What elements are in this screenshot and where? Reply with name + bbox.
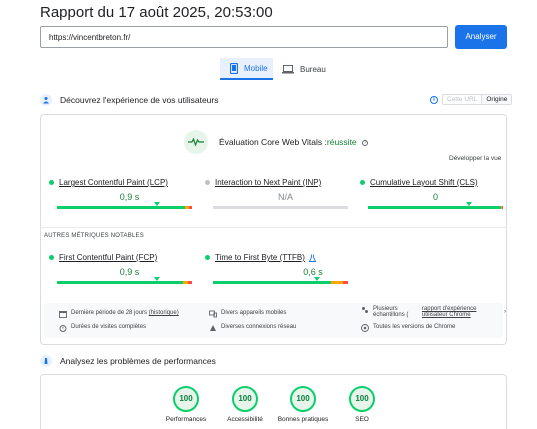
score-gauge-performance[interactable]: 100 bbox=[173, 386, 199, 412]
metric-cls-distribution bbox=[368, 206, 503, 209]
network-icon bbox=[210, 325, 216, 331]
tab-desktop-label: Bureau bbox=[300, 64, 326, 74]
users-icon bbox=[40, 94, 52, 106]
score-label-seo: SEO bbox=[355, 416, 369, 423]
history-link[interactable]: (historique) bbox=[149, 310, 179, 316]
performance-heading: Analysez les problèmes de performances bbox=[60, 356, 216, 366]
status-dot bbox=[360, 180, 365, 185]
footer-devices-text: Divers appareils mobiles bbox=[221, 310, 287, 316]
laptop-icon bbox=[282, 64, 294, 73]
metric-ttfb-label[interactable]: Time to First Byte (TTFB) bbox=[215, 253, 305, 262]
metric-ttfb-distribution bbox=[213, 281, 348, 284]
metric-inp-distribution bbox=[213, 206, 348, 209]
footer-period: Dernière période de 28 jours (historique… bbox=[59, 310, 179, 318]
footer-network: Diverses connexions réseau bbox=[209, 324, 296, 332]
metric-inp-label[interactable]: Interaction to Next Paint (INP) bbox=[215, 178, 321, 187]
cwv-title: Évaluation Core Web Vitals : bbox=[219, 137, 327, 147]
footer-chrome-versions: Toutes les versions de Chrome bbox=[361, 324, 455, 332]
chrome-report-link[interactable]: rapport d'expérience utilisateur Chrome bbox=[422, 306, 500, 318]
url-origin-toggle[interactable]: Cette URL Origine bbox=[442, 94, 513, 105]
user-experience-heading: Découvrez l'expérience de vos utilisateu… bbox=[40, 93, 218, 107]
url-input[interactable] bbox=[40, 26, 448, 48]
flask-icon bbox=[308, 254, 316, 262]
devices-icon bbox=[209, 310, 217, 318]
external-link-icon: › bbox=[504, 309, 506, 315]
metric-cls: Cumulative Layout Shift (CLS) 0 bbox=[360, 178, 505, 209]
toggle-this-url[interactable]: Cette URL bbox=[443, 95, 481, 104]
toggle-origin[interactable]: Origine bbox=[481, 95, 512, 104]
metric-ttfb-value: 0,6 s bbox=[303, 267, 323, 277]
metric-lcp: Largest Contentful Paint (LCP) 0,9 s bbox=[49, 178, 194, 209]
smartphone-icon bbox=[230, 62, 238, 74]
analyze-button[interactable]: Analyser bbox=[455, 25, 507, 49]
metric-lcp-distribution bbox=[57, 206, 192, 209]
tab-mobile[interactable]: Mobile bbox=[220, 58, 273, 80]
score-gauge-accessibility[interactable]: 100 bbox=[232, 386, 258, 412]
tab-desktop[interactable]: Bureau bbox=[280, 58, 330, 80]
report-title: Rapport du 17 août 2025, 20:53:00 bbox=[40, 4, 273, 21]
lighthouse-icon bbox=[40, 355, 52, 367]
metric-fcp-value: 0,9 s bbox=[119, 267, 140, 277]
footer-durations: Durées de visites complètes bbox=[59, 324, 146, 332]
info-icon[interactable]: i bbox=[430, 96, 438, 104]
section-divider bbox=[40, 227, 507, 228]
cwv-status: réussite bbox=[326, 137, 357, 147]
footer-chrome-versions-text: Toutes les versions de Chrome bbox=[373, 324, 456, 330]
status-dot bbox=[205, 255, 210, 260]
status-dot bbox=[205, 180, 210, 185]
score-label-performance: Performances bbox=[165, 416, 207, 423]
footer-samples: Plusieurs échantillons ( rapport d'expér… bbox=[361, 306, 506, 318]
metric-fcp-distribution bbox=[57, 281, 192, 284]
other-metrics-label: AUTRES MÉTRIQUES NOTABLES bbox=[44, 233, 144, 239]
score-gauge-best-practices[interactable]: 100 bbox=[290, 386, 316, 412]
metric-lcp-label[interactable]: Largest Contentful Paint (LCP) bbox=[59, 178, 168, 187]
metric-fcp: First Contentful Paint (FCP) 0,9 s bbox=[49, 253, 194, 284]
metric-lcp-value: 0,9 s bbox=[119, 192, 140, 202]
user-experience-heading-text: Découvrez l'expérience de vos utilisateu… bbox=[60, 95, 219, 105]
footer-samples-text: Plusieurs échantillons ( bbox=[373, 306, 409, 318]
status-dot bbox=[49, 180, 54, 185]
timer-icon bbox=[59, 325, 67, 332]
score-label-accessibility: Accessibilité bbox=[227, 416, 263, 423]
metric-fcp-label[interactable]: First Contentful Paint (FCP) bbox=[59, 253, 157, 262]
help-icon[interactable]: ? bbox=[362, 139, 369, 146]
core-web-vitals-pulse-icon bbox=[184, 130, 208, 154]
footer-network-text: Diverses connexions réseau bbox=[221, 324, 297, 330]
tab-mobile-label: Mobile bbox=[244, 63, 268, 73]
metric-inp-value: N/A bbox=[277, 192, 293, 202]
calendar-icon bbox=[59, 311, 67, 318]
footer-period-text: Dernière période de 28 jours bbox=[71, 310, 148, 316]
metric-inp: Interaction to Next Paint (INP) N/A bbox=[205, 178, 350, 209]
footer-durations-text: Durées de visites complètes bbox=[71, 324, 147, 330]
metric-ttfb: Time to First Byte (TTFB) 0,6 s bbox=[205, 253, 350, 284]
cwv-assessment: Évaluation Core Web Vitals :réussite ? bbox=[219, 137, 369, 147]
samples-icon bbox=[362, 307, 368, 313]
metric-cls-value: 0 bbox=[432, 192, 438, 202]
chrome-icon bbox=[361, 324, 369, 332]
expand-view-link[interactable]: Développer la vue bbox=[449, 155, 501, 162]
score-gauge-seo[interactable]: 100 bbox=[349, 386, 375, 412]
score-label-best-practices: Bonnes pratiques bbox=[277, 416, 329, 423]
footer-devices: Divers appareils mobiles bbox=[209, 310, 286, 318]
status-dot bbox=[49, 255, 54, 260]
metric-cls-label[interactable]: Cumulative Layout Shift (CLS) bbox=[370, 178, 478, 187]
